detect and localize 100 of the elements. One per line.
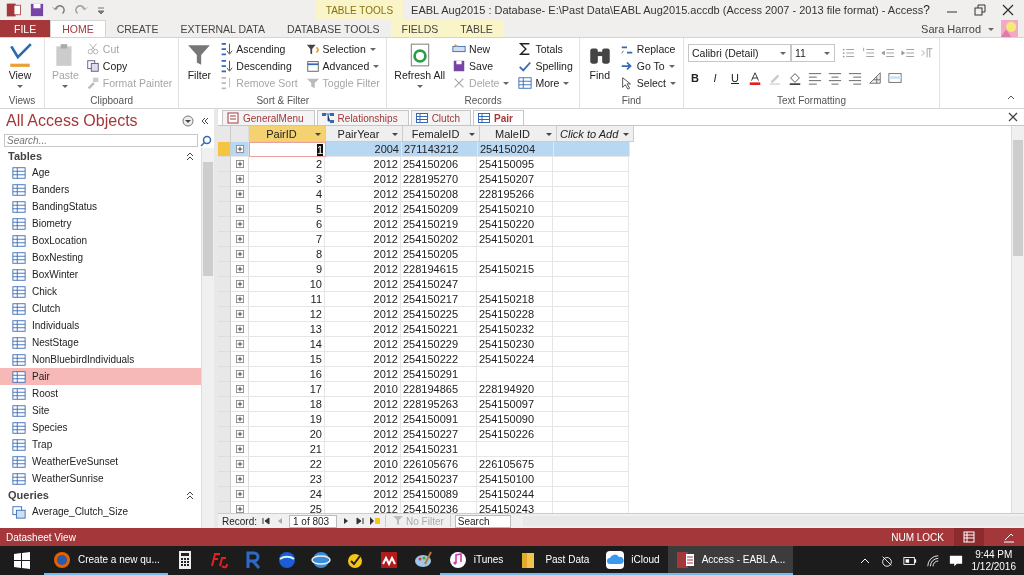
format-button[interactable]: B (688, 72, 702, 84)
format-button[interactable]: I (708, 72, 722, 84)
ribbon-button[interactable]: View (4, 40, 36, 95)
fill-color-icon[interactable] (788, 71, 802, 85)
database-icon[interactable] (6, 2, 22, 18)
taskbar-button[interactable]: Past Data (511, 546, 598, 575)
datasheet-view-icon[interactable] (963, 531, 975, 543)
close-icon[interactable] (1008, 112, 1018, 122)
restore-icon[interactable] (974, 4, 986, 16)
group-header[interactable]: Tables (8, 150, 43, 162)
ribbon-tab[interactable]: CREATE (105, 20, 170, 37)
ribbon-button[interactable]: Copy (85, 57, 175, 74)
expand-icon[interactable] (235, 355, 244, 363)
expand-icon[interactable] (235, 505, 244, 513)
ribbon-button[interactable]: New (452, 40, 513, 57)
ribbon-button[interactable]: Replace (619, 40, 679, 57)
ribbon-button[interactable]: Go To (619, 57, 679, 74)
first-record-icon[interactable] (261, 516, 271, 526)
user-name[interactable]: Sara Harrod (921, 20, 987, 37)
design-view-icon[interactable] (1003, 531, 1015, 543)
ribbon-button[interactable]: Select (619, 74, 679, 91)
last-record-icon[interactable] (355, 516, 365, 526)
document-tab[interactable]: Relationships (316, 110, 409, 125)
nav-item[interactable]: Individuals (0, 317, 201, 334)
nav-item[interactable]: WeatherEveSunset (0, 453, 201, 470)
save-icon[interactable] (30, 3, 44, 17)
expand-icon[interactable] (235, 460, 244, 468)
outdent-icon[interactable] (881, 46, 895, 60)
nav-item[interactable]: Pair (0, 368, 201, 385)
expand-icon[interactable] (235, 205, 244, 213)
new-record-icon[interactable] (369, 515, 381, 527)
clock-date[interactable]: 1/12/2016 (971, 560, 1016, 573)
expand-icon[interactable] (235, 310, 244, 318)
customize-icon[interactable] (96, 5, 106, 15)
ribbon-tab[interactable]: TABLE (449, 20, 504, 37)
font-color-icon[interactable] (748, 71, 762, 85)
document-tab[interactable]: Clutch (410, 110, 471, 125)
expand-icon[interactable] (235, 190, 244, 198)
expand-icon[interactable] (235, 160, 244, 168)
alternate-row-icon[interactable] (888, 71, 902, 85)
ribbon-tab[interactable]: DATABASE TOOLS (275, 20, 391, 37)
expand-icon[interactable] (235, 340, 244, 348)
ribbon-tab[interactable]: HOME (50, 20, 106, 37)
ribbon-tab[interactable]: FIELDS (390, 20, 450, 37)
taskbar-button[interactable]: Access - EABL A... (667, 546, 794, 575)
ribbon-tab[interactable]: EXTERNAL DATA (169, 20, 276, 37)
font-dropdown[interactable]: Calibri (Detail) (688, 44, 791, 62)
expand-icon[interactable] (235, 145, 244, 153)
nav-item[interactable]: Chick (0, 283, 201, 300)
expand-icon[interactable] (235, 430, 244, 438)
expand-icon[interactable] (235, 235, 244, 243)
gridlines-icon[interactable] (868, 71, 882, 85)
align-center-icon[interactable] (828, 71, 842, 85)
column-header[interactable]: PairID (249, 126, 326, 142)
expand-icon[interactable] (235, 490, 244, 498)
help-button[interactable]: ? (923, 3, 930, 17)
dropdown-icon[interactable] (182, 115, 194, 127)
ribbon-button[interactable]: Descending (219, 57, 300, 74)
column-header[interactable]: FemaleID (403, 126, 480, 142)
nav-item[interactable]: BoxLocation (0, 232, 201, 249)
column-header[interactable]: MaleID (480, 126, 557, 142)
document-tab[interactable]: GeneralMenu (222, 110, 315, 125)
expand-icon[interactable] (235, 475, 244, 483)
chevron-up-icon[interactable] (185, 490, 195, 500)
taskbar-button[interactable]: Create a new qu... (44, 546, 168, 575)
nav-item[interactable]: Banders (0, 181, 201, 198)
expand-icon[interactable] (235, 370, 244, 378)
nav-item[interactable]: Biometry (0, 215, 201, 232)
record-position-field[interactable]: 1 of 803 (289, 514, 337, 528)
nav-item[interactable]: NonBluebirdIndividuals (0, 351, 201, 368)
collapse-icon[interactable] (200, 116, 210, 126)
align-right-icon[interactable] (848, 71, 862, 85)
expand-icon[interactable] (235, 325, 244, 333)
document-tab[interactable]: Pair (473, 110, 524, 125)
ribbon-button[interactable]: Spelling (518, 57, 575, 74)
nav-item[interactable]: BoxNesting (0, 249, 201, 266)
expand-icon[interactable] (235, 175, 244, 183)
nav-item[interactable]: BoxWinter (0, 266, 201, 283)
wifi-icon[interactable] (925, 553, 940, 568)
expand-icon[interactable] (235, 265, 244, 273)
ribbon-button[interactable]: Selection (305, 40, 383, 57)
column-header[interactable]: Click to Add (557, 126, 634, 142)
taskbar-button[interactable]: iCloud (597, 546, 668, 575)
column-header[interactable]: PairYear (326, 126, 403, 142)
nav-item[interactable]: BandingStatus (0, 198, 201, 215)
undo-icon[interactable] (52, 3, 66, 17)
expand-icon[interactable] (235, 400, 244, 408)
expand-icon[interactable] (235, 385, 244, 393)
ribbon-button[interactable]: Totals (518, 40, 575, 57)
file-tab[interactable]: FILE (0, 20, 51, 37)
expand-icon[interactable] (235, 415, 244, 423)
nav-item[interactable]: WeatherSunrise (0, 470, 201, 487)
ribbon-button[interactable]: Find (583, 40, 616, 95)
nav-item[interactable]: Clutch (0, 300, 201, 317)
notification-icon[interactable] (948, 553, 963, 568)
nav-item[interactable]: Species (0, 419, 201, 436)
clock-time[interactable]: 9:44 PM (975, 548, 1013, 561)
font-size-dropdown[interactable]: 11 (791, 44, 835, 62)
expand-icon[interactable] (235, 445, 244, 453)
expand-icon[interactable] (235, 250, 244, 258)
